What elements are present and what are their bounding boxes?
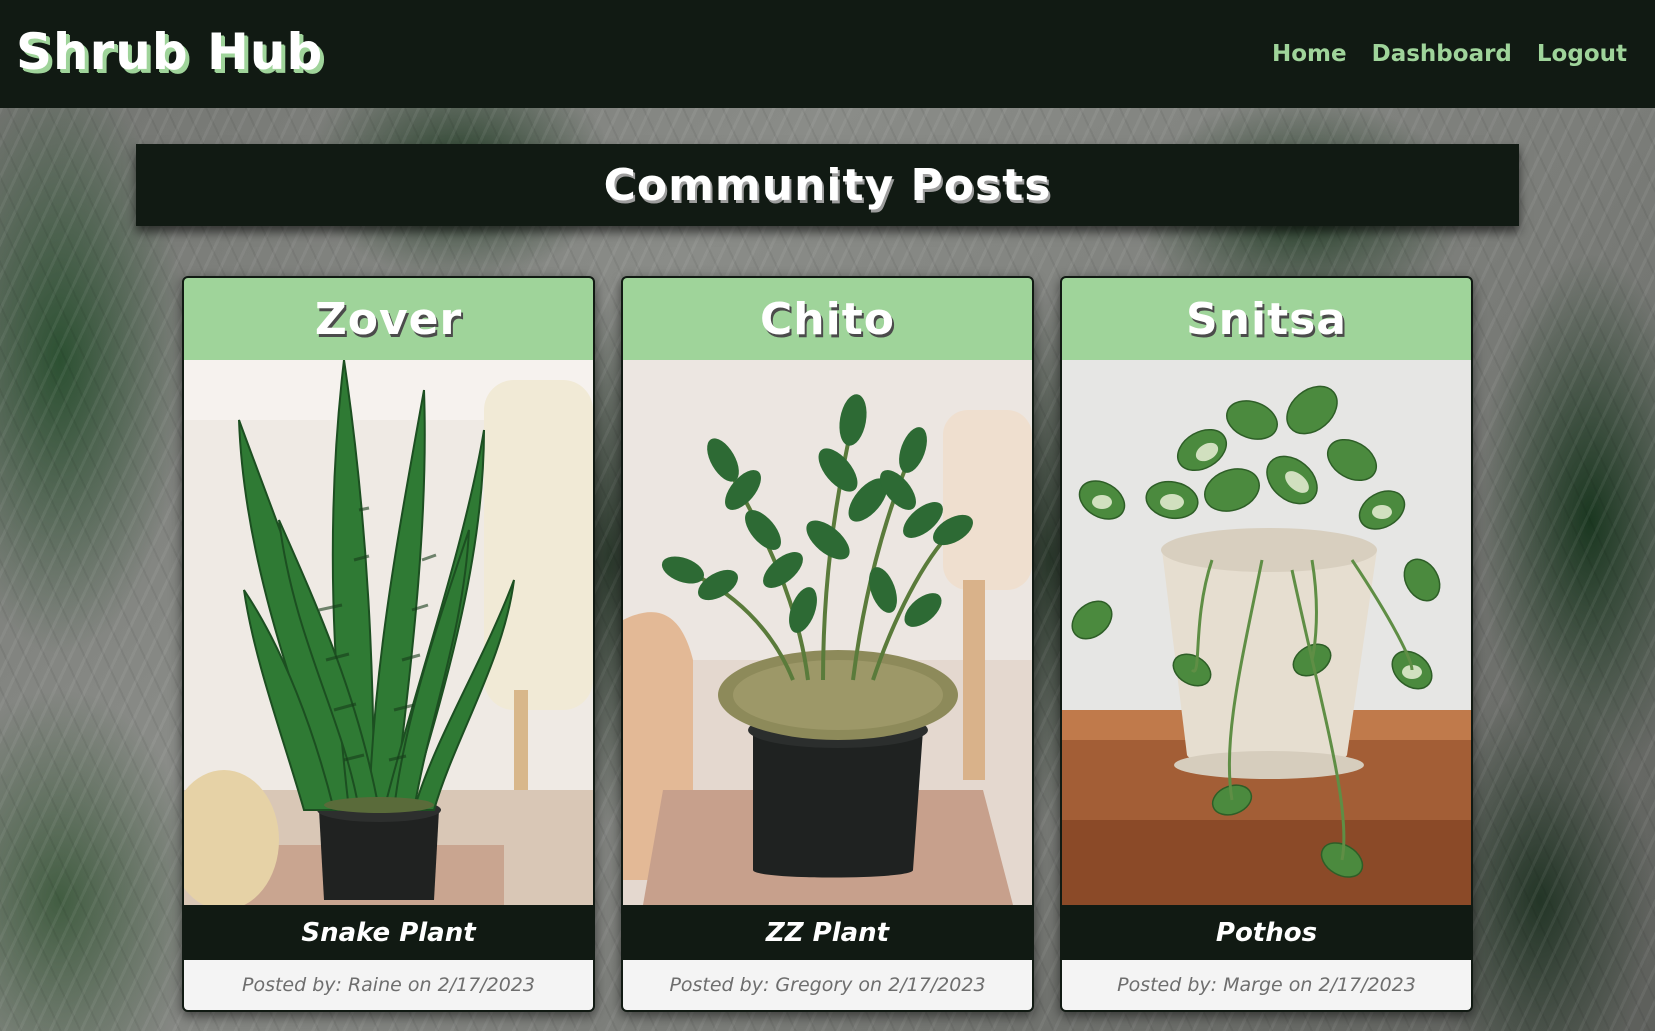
site-header: Shrub Hub Home Dashboard Logout — [0, 0, 1655, 108]
post-card[interactable]: Chito ZZ Plant Posted by: Gregory on 2/1… — [621, 276, 1034, 1012]
nav-dashboard-link[interactable]: Dashboard — [1372, 38, 1512, 70]
post-card[interactable]: Snitsa Pothos Posted by: Marge on 2/17/2… — [1060, 276, 1473, 1012]
nav-home-link[interactable]: Home — [1272, 38, 1347, 70]
post-name: Chito — [760, 293, 895, 345]
post-meta-text: Posted by: Raine on 2/17/2023 — [242, 974, 535, 996]
post-name: Snitsa — [1185, 293, 1347, 345]
post-plant-label: Pothos — [1215, 917, 1318, 948]
zz-plant-photo — [623, 360, 1032, 905]
post-name: Zover — [314, 293, 463, 345]
main-nav: Home Dashboard Logout — [1272, 38, 1627, 70]
page-title-banner: Community Posts — [136, 144, 1519, 226]
post-meta: Posted by: Gregory on 2/17/2023 — [623, 960, 1032, 1010]
post-plant-type: ZZ Plant — [623, 905, 1032, 960]
post-meta-text: Posted by: Gregory on 2/17/2023 — [669, 974, 986, 996]
post-card[interactable]: Zover Snake Plant Posted by: Raine on 2/… — [182, 276, 595, 1012]
post-plant-label: Snake Plant — [301, 917, 476, 948]
post-plant-label: ZZ Plant — [765, 917, 890, 948]
post-card-header: Snitsa — [1062, 278, 1471, 360]
post-meta-text: Posted by: Marge on 2/17/2023 — [1117, 974, 1416, 996]
post-meta: Posted by: Marge on 2/17/2023 — [1062, 960, 1471, 1010]
post-plant-type: Pothos — [1062, 905, 1471, 960]
pothos-photo — [1062, 360, 1471, 905]
snake-plant-photo — [184, 360, 593, 905]
post-card-header: Zover — [184, 278, 593, 360]
page-title: Community Posts — [603, 159, 1052, 211]
post-plant-type: Snake Plant — [184, 905, 593, 960]
post-meta: Posted by: Raine on 2/17/2023 — [184, 960, 593, 1010]
nav-logout-link[interactable]: Logout — [1537, 38, 1627, 70]
post-card-header: Chito — [623, 278, 1032, 360]
brand-logo[interactable]: Shrub Hub — [16, 22, 323, 82]
